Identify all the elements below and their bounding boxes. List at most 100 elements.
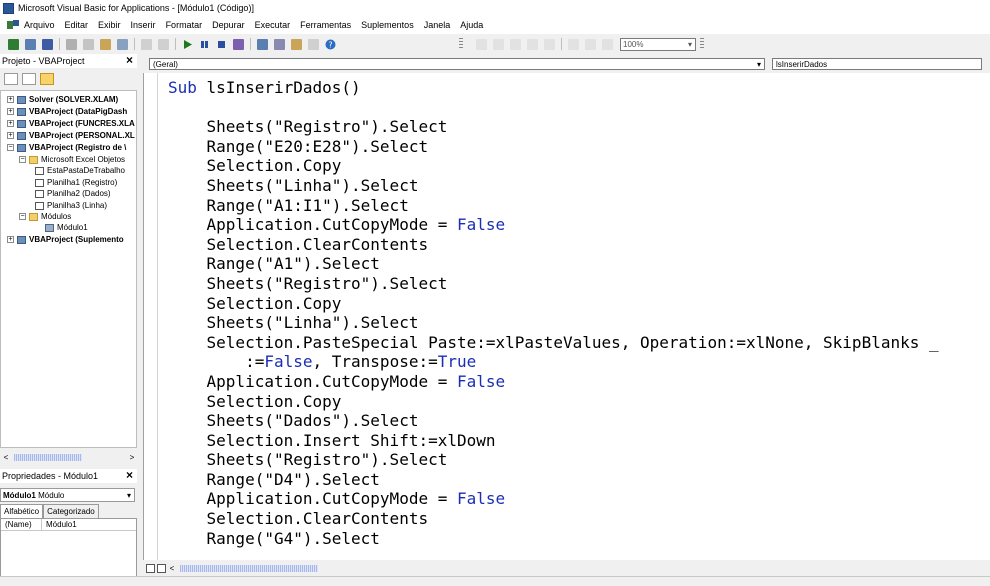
view-code-icon[interactable] (4, 73, 18, 85)
code-line[interactable]: Range("A1").Select (168, 254, 939, 274)
uncomment-block-icon[interactable] (544, 38, 555, 50)
menu-executar[interactable]: Executar (255, 20, 291, 30)
margin-indicator-bar[interactable] (144, 73, 158, 560)
code-line[interactable]: Application.CutCopyMode = False (168, 372, 939, 392)
grid-icon[interactable] (602, 38, 613, 50)
collapse-icon[interactable]: − (7, 144, 14, 151)
code-line[interactable]: Selection.Copy (168, 156, 939, 176)
expand-icon[interactable]: + (7, 108, 14, 115)
menu-depurar[interactable]: Depurar (212, 20, 245, 30)
scroll-left-icon[interactable]: < (168, 564, 176, 573)
property-row[interactable]: (Name) Módulo1 (1, 519, 136, 531)
procedure-view-icon[interactable] (146, 563, 155, 573)
code-line[interactable]: Range("A1:I1").Select (168, 196, 939, 216)
menu-suplementos[interactable]: Suplementos (361, 20, 414, 30)
reset-icon[interactable] (216, 39, 227, 50)
expand-icon[interactable]: + (7, 120, 14, 127)
code-line[interactable]: Application.CutCopyMode = False (168, 215, 939, 235)
code-line[interactable] (168, 98, 939, 118)
insert-module-icon[interactable] (25, 38, 36, 50)
copy-icon[interactable] (83, 38, 94, 50)
tree-item[interactable]: Planilha3 (Linha) (35, 200, 107, 211)
procedure-combo[interactable]: lsInserirDados (772, 58, 982, 70)
code-line[interactable]: :=False, Transpose:=True (168, 352, 939, 372)
menu-inserir[interactable]: Inserir (131, 20, 156, 30)
toolbar-grip[interactable] (459, 38, 463, 50)
tree-item[interactable]: EstaPastaDeTrabalho (35, 165, 125, 176)
menu-ferramentas[interactable]: Ferramentas (300, 20, 351, 30)
project-explorer-icon[interactable] (257, 38, 268, 50)
code-line[interactable]: Selection.Copy (168, 294, 939, 314)
align-icon[interactable] (568, 38, 579, 50)
tree-item[interactable]: + VBAProject (DataPigDash (7, 106, 127, 117)
collapse-icon[interactable]: − (19, 213, 26, 220)
collapse-icon[interactable]: − (19, 156, 26, 163)
undo-icon[interactable] (141, 38, 152, 50)
menu-janela[interactable]: Janela (424, 20, 451, 30)
tree-item[interactable]: + VBAProject (Suplemento (7, 234, 124, 245)
tree-item[interactable]: − Módulos (19, 211, 71, 222)
menu-formatar[interactable]: Formatar (166, 20, 203, 30)
code-line[interactable]: Range("E20:E28").Select (168, 137, 939, 157)
indent-icon[interactable] (476, 38, 487, 50)
tab-alfabetico[interactable]: Alfabético (0, 504, 44, 518)
code-line[interactable]: Range("G4").Select (168, 529, 939, 549)
cut-icon[interactable] (66, 38, 77, 50)
close-icon[interactable]: × (124, 469, 135, 481)
tree-item[interactable]: Planilha1 (Registro) (35, 177, 117, 188)
properties-window-icon[interactable] (274, 38, 285, 50)
object-select[interactable]: Módulo1 Módulo ▾ (0, 488, 135, 502)
code-line[interactable]: Range("D4").Select (168, 470, 939, 490)
code-editor[interactable]: Sub lsInserirDados() Sheets("Registro").… (143, 73, 990, 560)
toggle-breakpoint-icon[interactable] (510, 38, 521, 50)
property-value[interactable]: Módulo1 (42, 519, 77, 530)
scroll-right-icon[interactable]: > (128, 453, 136, 462)
close-icon[interactable]: × (124, 54, 135, 66)
help-icon[interactable]: ? (325, 39, 336, 50)
object-browser-icon[interactable] (291, 38, 302, 50)
scroll-thumb[interactable] (180, 564, 318, 572)
code-line[interactable]: Sheets("Dados").Select (168, 411, 939, 431)
code-line[interactable]: Sheets("Registro").Select (168, 117, 939, 137)
code-line[interactable]: Selection.ClearContents (168, 509, 939, 529)
paste-icon[interactable] (100, 38, 111, 50)
code-line[interactable]: Sheets("Registro").Select (168, 450, 939, 470)
scroll-left-icon[interactable]: < (2, 453, 10, 462)
tree-item[interactable]: + VBAProject (FUNCRES.XLA (7, 118, 135, 129)
expand-icon[interactable]: + (7, 132, 14, 139)
pause-icon[interactable] (199, 39, 210, 50)
code-line[interactable]: Sub lsInserirDados() (168, 78, 939, 98)
expand-icon[interactable]: + (7, 96, 14, 103)
expand-icon[interactable]: + (7, 236, 14, 243)
redo-icon[interactable] (158, 38, 169, 50)
run-icon[interactable] (182, 39, 193, 50)
size-icon[interactable] (585, 38, 596, 50)
view-excel-icon[interactable] (8, 38, 19, 50)
scroll-thumb[interactable] (14, 453, 82, 461)
find-icon[interactable] (117, 38, 128, 50)
view-object-icon[interactable] (22, 73, 36, 85)
code-line[interactable]: Sheets("Linha").Select (168, 313, 939, 333)
code-line[interactable]: Selection.PasteSpecial Paste:=xlPasteVal… (168, 333, 939, 353)
toolbox-icon[interactable] (308, 38, 319, 50)
tree-item[interactable]: + Solver (SOLVER.XLAM) (7, 94, 118, 105)
code-line[interactable]: Application.CutCopyMode = False (168, 489, 939, 509)
code-line[interactable]: Sheets("Linha").Select (168, 176, 939, 196)
object-combo[interactable]: (Geral) ▾ (149, 58, 765, 70)
menu-editar[interactable]: Editar (65, 20, 89, 30)
tree-item-selected[interactable]: Módulo1 (45, 222, 88, 233)
full-module-view-icon[interactable] (157, 563, 166, 573)
code-line[interactable]: Selection.ClearContents (168, 235, 939, 255)
code-line[interactable]: Selection.Insert Shift:=xlDown (168, 431, 939, 451)
vba-menu-icon[interactable] (6, 19, 20, 31)
code-text[interactable]: Sub lsInserirDados() Sheets("Registro").… (168, 78, 939, 548)
project-horizontal-scrollbar[interactable]: < > (2, 452, 136, 462)
menu-exibir[interactable]: Exibir (98, 20, 121, 30)
outdent-icon[interactable] (493, 38, 504, 50)
save-icon[interactable] (42, 38, 53, 50)
tree-item[interactable]: Planilha2 (Dados) (35, 188, 111, 199)
menu-ajuda[interactable]: Ajuda (460, 20, 483, 30)
code-line[interactable]: Sheets("Registro").Select (168, 274, 939, 294)
toggle-folders-icon[interactable] (40, 73, 54, 85)
comment-block-icon[interactable] (527, 38, 538, 50)
